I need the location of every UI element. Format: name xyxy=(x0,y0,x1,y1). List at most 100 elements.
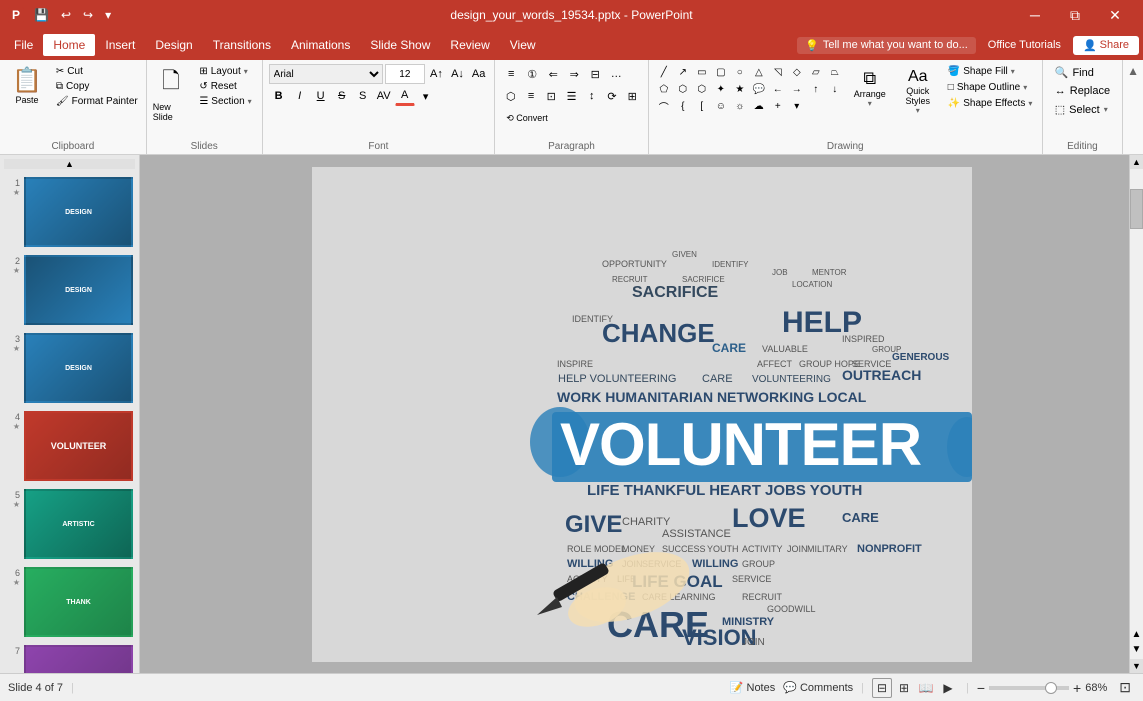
slide-image-4[interactable]: VOLUNTEER xyxy=(24,411,133,481)
bullets-button[interactable]: ≡ xyxy=(501,64,521,84)
slide-thumb-1[interactable]: 1 ★ DESIGN xyxy=(4,175,135,249)
undo-btn[interactable]: ↩ xyxy=(57,6,75,24)
scroll-up-button[interactable]: ▲ xyxy=(1130,155,1143,169)
arrange-button[interactable]: ⧉ Arrange ▾ xyxy=(848,64,892,112)
octagon-shape[interactable]: ⬡ xyxy=(693,81,711,97)
smiley-shape[interactable]: ☺ xyxy=(712,98,730,114)
round-rect-shape[interactable]: ▢ xyxy=(712,64,730,80)
shape-outline-button[interactable]: □ Shape Outline ▾ xyxy=(944,80,1037,95)
menu-animations[interactable]: Animations xyxy=(281,34,360,56)
quick-styles-button[interactable]: Aa Quick Styles ▾ xyxy=(896,64,940,119)
scroll-track[interactable] xyxy=(1130,169,1143,625)
font-size-input[interactable] xyxy=(385,64,425,84)
line-shape[interactable]: ╱ xyxy=(655,64,673,80)
slide-image-5[interactable]: ARTISTIC xyxy=(24,489,133,559)
normal-view-button[interactable]: ⊟ xyxy=(872,678,892,698)
find-button[interactable]: 🔍 Find xyxy=(1049,64,1116,81)
slide-thumb-3[interactable]: 3 ★ DESIGN xyxy=(4,331,135,405)
menu-file[interactable]: File xyxy=(4,34,43,56)
line-spacing-button[interactable]: ↕ xyxy=(582,86,601,106)
underline-button[interactable]: U xyxy=(311,86,331,106)
arrow-shape[interactable]: ↗ xyxy=(674,64,692,80)
decrease-font-button[interactable]: A↓ xyxy=(448,64,467,84)
shape-effects-button[interactable]: ✨ Shape Effects ▾ xyxy=(944,96,1037,111)
leftarrow-shape[interactable]: ← xyxy=(769,81,787,97)
next-slide-button[interactable]: ▼ xyxy=(1130,642,1143,657)
font-color-button[interactable]: A xyxy=(395,86,415,106)
layout-button[interactable]: ⊞ Layout ▾ xyxy=(195,64,255,79)
align-left-button[interactable]: ⬡ xyxy=(501,86,520,106)
star4-shape[interactable]: ✦ xyxy=(712,81,730,97)
brace-shape[interactable]: { xyxy=(674,98,692,114)
save-btn[interactable]: 💾 xyxy=(30,6,53,24)
menu-slideshow[interactable]: Slide Show xyxy=(360,34,440,56)
slide-sorter-button[interactable]: ⊞ xyxy=(894,678,914,698)
zoom-in-button[interactable]: + xyxy=(1073,680,1081,696)
copy-button[interactable]: ⧉ Copy xyxy=(52,79,142,94)
rtriangle-shape[interactable]: ◹ xyxy=(769,64,787,80)
callout-shape[interactable]: 💬 xyxy=(750,81,768,97)
scroll-thumb[interactable] xyxy=(1130,189,1143,229)
select-button[interactable]: ⬚ Select ▾ xyxy=(1049,101,1116,118)
text-direction-button[interactable]: ⟳ xyxy=(602,86,621,106)
pentagon-shape[interactable]: ⬠ xyxy=(655,81,673,97)
italic-button[interactable]: I xyxy=(290,86,310,106)
format-painter-button[interactable]: 🖌 Format Painter xyxy=(52,94,142,109)
justify-button[interactable]: ☰ xyxy=(562,86,581,106)
customize-btn[interactable]: ▾ xyxy=(101,6,115,24)
comments-button[interactable]: 💬 Comments xyxy=(783,681,853,694)
numbering-button[interactable]: ① xyxy=(522,64,542,84)
replace-button[interactable]: ↔ Replace xyxy=(1049,83,1116,99)
plus-shape[interactable]: + xyxy=(769,98,787,114)
zoom-thumb[interactable] xyxy=(1045,682,1057,694)
bracket-shape[interactable]: [ xyxy=(693,98,711,114)
increase-indent-button[interactable]: ⇒ xyxy=(564,64,584,84)
menu-insert[interactable]: Insert xyxy=(95,34,145,56)
menu-view[interactable]: View xyxy=(500,34,546,56)
spacing-button[interactable]: AV xyxy=(374,86,394,106)
restore-button[interactable]: ⧉ xyxy=(1055,0,1095,30)
minimize-button[interactable]: ─ xyxy=(1015,0,1055,30)
oval-shape[interactable]: ○ xyxy=(731,64,749,80)
help-placeholder[interactable]: Tell me what you want to do... xyxy=(823,39,968,51)
notes-button[interactable]: 📝 Notes xyxy=(730,681,775,694)
diamond-shape[interactable]: ◇ xyxy=(788,64,806,80)
slide-thumb-2[interactable]: 2 ★ DESIGN xyxy=(4,253,135,327)
cloud-shape[interactable]: ☁ xyxy=(750,98,768,114)
close-button[interactable]: ✕ xyxy=(1095,0,1135,30)
uparrow-shape[interactable]: ↑ xyxy=(807,81,825,97)
curve-shape[interactable]: ⌒ xyxy=(655,98,673,114)
rightarrow-shape[interactable]: → xyxy=(788,81,806,97)
parallelogram-shape[interactable]: ▱ xyxy=(807,64,825,80)
strikethrough-button[interactable]: S xyxy=(332,86,352,106)
menu-transitions[interactable]: Transitions xyxy=(203,34,281,56)
help-input[interactable]: 💡 Tell me what you want to do... xyxy=(797,37,976,54)
slide-image-7[interactable] xyxy=(24,645,133,673)
shadow-button[interactable]: S xyxy=(353,86,373,106)
slide-thumb-6[interactable]: 6 ★ THANK xyxy=(4,565,135,639)
shape-fill-button[interactable]: 🪣 Shape Fill ▾ xyxy=(944,64,1037,79)
rect-shape[interactable]: ▭ xyxy=(693,64,711,80)
slideshow-view-button[interactable]: ▶ xyxy=(938,678,958,698)
slide-thumb-4[interactable]: 4 ★ VOLUNTEER xyxy=(4,409,135,483)
zoom-out-button[interactable]: − xyxy=(977,680,985,696)
trapezoid-shape[interactable]: ⏢ xyxy=(826,64,844,80)
menu-home[interactable]: Home xyxy=(43,34,95,56)
star5-shape[interactable]: ★ xyxy=(731,81,749,97)
section-button[interactable]: ☰ Section ▾ xyxy=(195,94,255,109)
panel-scroll-up[interactable]: ▲ xyxy=(4,159,135,169)
bold-button[interactable]: B xyxy=(269,86,289,106)
share-button[interactable]: 👤 Share xyxy=(1073,36,1139,55)
align-center-button[interactable]: ≡ xyxy=(521,86,540,106)
font-family-select[interactable]: Arial xyxy=(269,64,383,84)
convert-smartart-button[interactable]: ⟲ Convert xyxy=(501,108,553,128)
menu-design[interactable]: Design xyxy=(145,34,202,56)
slide-image-1[interactable]: DESIGN xyxy=(24,177,133,247)
more-para-options[interactable]: … xyxy=(606,64,626,84)
slide-image-6[interactable]: THANK xyxy=(24,567,133,637)
ribbon-collapse[interactable]: ▲ xyxy=(1123,60,1143,154)
clear-formatting-button[interactable]: Aa xyxy=(469,64,488,84)
increase-font-button[interactable]: A↑ xyxy=(427,64,446,84)
zoom-slider[interactable] xyxy=(989,686,1069,690)
menu-review[interactable]: Review xyxy=(440,34,499,56)
